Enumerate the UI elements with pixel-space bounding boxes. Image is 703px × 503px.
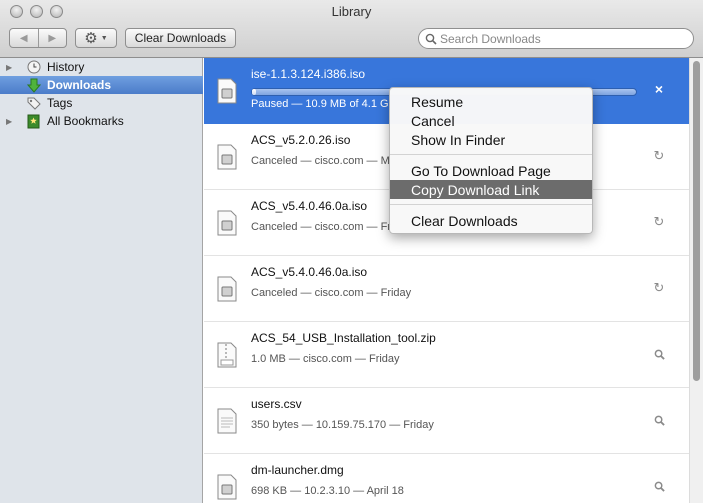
sidebar-item-tags[interactable]: Tags (0, 94, 203, 112)
file-status: 1.0 MB — cisco.com — Friday (251, 353, 400, 365)
chevron-down-icon: ▼ (100, 34, 108, 42)
scrollbar-thumb[interactable] (693, 61, 700, 381)
sidebar-item-all-bookmarks[interactable]: ▶ All Bookmarks (0, 112, 203, 130)
gear-icon: ⚙ (84, 29, 98, 47)
bookmarks-icon (26, 114, 41, 129)
document-file-icon (217, 408, 237, 434)
menu-item-clear-downloads[interactable]: Clear Downloads (390, 211, 592, 230)
show-in-finder-icon[interactable] (652, 479, 666, 493)
file-name: ise-1.1.3.124.i386.iso (251, 67, 366, 81)
file-status: 698 KB — 10.2.3.10 — April 18 (251, 485, 404, 497)
download-row[interactable]: dm-launcher.dmg 698 KB — 10.2.3.10 — Apr… (204, 454, 689, 503)
file-name: ACS_v5.4.0.46.0a.iso (251, 265, 368, 279)
clear-downloads-button[interactable]: Clear Downloads (125, 28, 236, 48)
sidebar-item-history[interactable]: ▶ History (0, 58, 203, 76)
back-arrow-icon: ◀ (19, 32, 28, 44)
disk-image-file-icon (217, 210, 237, 236)
sidebar-item-label: All Bookmarks (47, 114, 124, 128)
vertical-scrollbar[interactable] (689, 58, 703, 503)
file-status: 350 bytes — 10.159.75.170 — Friday (251, 419, 434, 431)
file-name: dm-launcher.dmg (251, 463, 344, 477)
disk-image-file-icon (217, 276, 237, 302)
title-bar: Library ◀ ▶ ⚙ ▼ Clear Downloads Search D… (0, 0, 703, 58)
menu-item-show-in-finder[interactable]: Show In Finder (390, 130, 592, 149)
menu-item-resume[interactable]: Resume (390, 92, 592, 111)
search-placeholder: Search Downloads (440, 31, 541, 46)
retry-download-icon[interactable]: ↻ (652, 280, 666, 295)
sidebar: ▶ History Downloads Tags ▶ All Bookmarks (0, 58, 203, 503)
download-row[interactable]: ACS_54_USB_Installation_tool.zip 1.0 MB … (204, 322, 689, 388)
file-status: Canceled — cisco.com — Fr (251, 221, 391, 233)
file-name: ACS_54_USB_Installation_tool.zip (251, 331, 436, 345)
menu-separator (390, 154, 592, 155)
retry-download-icon[interactable]: ↻ (652, 148, 666, 163)
show-in-finder-icon[interactable] (652, 413, 666, 427)
file-name: ACS_v5.2.0.26.iso (251, 133, 351, 147)
action-menu-button[interactable]: ⚙ ▼ (75, 28, 117, 48)
retry-download-icon[interactable]: ↻ (652, 214, 666, 229)
file-status: Canceled — cisco.com — M (251, 155, 390, 167)
menu-item-cancel[interactable]: Cancel (390, 111, 592, 130)
menu-separator (390, 204, 592, 205)
download-row[interactable]: ACS_v5.4.0.46.0a.iso Canceled — cisco.co… (204, 256, 689, 322)
disk-image-file-icon (217, 474, 237, 500)
file-name: users.csv (251, 397, 302, 411)
sidebar-item-label: Tags (47, 96, 73, 110)
file-name: ACS_v5.4.0.46.0a.iso (251, 199, 368, 213)
download-arrow-icon (26, 78, 41, 93)
disk-image-file-icon (217, 78, 237, 104)
progress-fill (252, 89, 256, 95)
disclosure-triangle-icon[interactable]: ▶ (6, 63, 12, 72)
disclosure-triangle-icon[interactable]: ▶ (6, 117, 12, 126)
download-row[interactable]: users.csv 350 bytes — 10.159.75.170 — Fr… (204, 388, 689, 454)
zip-file-icon (217, 342, 237, 368)
search-field[interactable]: Search Downloads (418, 28, 694, 49)
file-status: Paused — 10.9 MB of 4.1 G (251, 98, 389, 110)
window-title: Library (331, 4, 372, 19)
back-button[interactable]: ◀ (10, 29, 38, 47)
forward-arrow-icon: ▶ (48, 32, 57, 44)
context-menu: Resume Cancel Show In Finder Go To Downl… (389, 87, 593, 234)
sidebar-item-downloads[interactable]: Downloads (0, 76, 203, 94)
clock-icon (26, 60, 41, 75)
file-status: Canceled — cisco.com — Friday (251, 287, 412, 299)
menu-item-copy-download-link[interactable]: Copy Download Link (390, 180, 592, 199)
cancel-download-icon[interactable]: × (652, 81, 666, 97)
tag-icon (26, 96, 41, 111)
disk-image-file-icon (217, 144, 237, 170)
search-icon (425, 33, 437, 45)
back-forward-buttons: ◀ ▶ (9, 28, 67, 48)
sidebar-item-label: Downloads (47, 78, 112, 92)
show-in-finder-icon[interactable] (652, 347, 666, 361)
forward-button[interactable]: ▶ (37, 29, 67, 47)
menu-item-go-to-download-page[interactable]: Go To Download Page (390, 161, 592, 180)
sidebar-item-label: History (47, 60, 85, 74)
